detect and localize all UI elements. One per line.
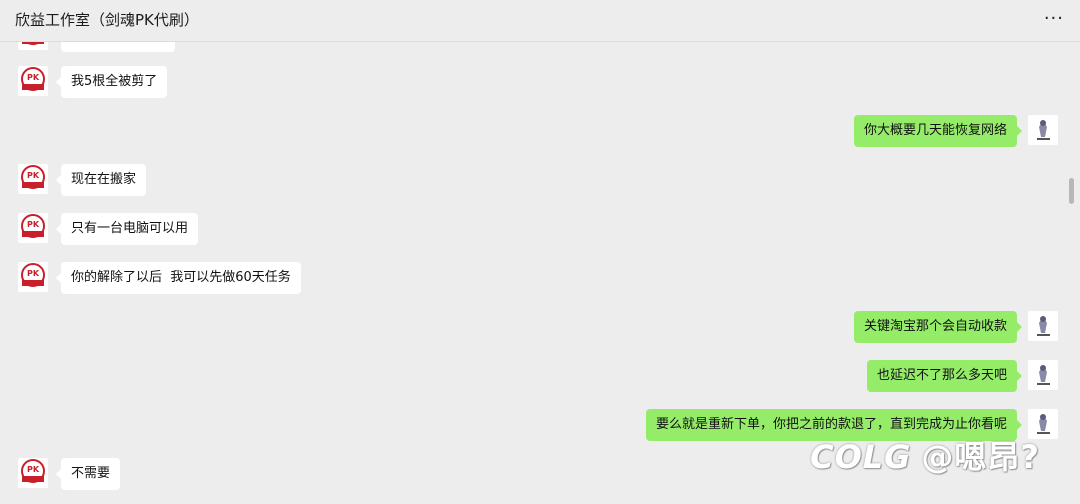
watermark-handle: @嗯昂? [921, 438, 1040, 476]
message-text[interactable]: 只有一台电脑可以用 [55, 213, 199, 245]
message-row: PK 只有一台电脑可以用 [0, 213, 1080, 245]
more-options-icon[interactable]: ··· [1044, 8, 1064, 29]
message-row: 关键淘宝那个会自动收款 [0, 311, 1080, 343]
contact-avatar[interactable]: PK [18, 66, 48, 96]
svg-text:PK: PK [27, 220, 40, 229]
message-row: 你大概要几天能恢复网络 [0, 115, 1080, 147]
contact-avatar[interactable] [18, 42, 48, 50]
message-row: PK 现在在搬家 [0, 164, 1080, 196]
svg-text:PK: PK [27, 465, 40, 474]
contact-avatar[interactable]: PK [18, 213, 48, 243]
watermark: COLG @嗯昂? [810, 432, 1040, 478]
user-avatar[interactable] [1028, 311, 1058, 341]
svg-text:PK: PK [27, 171, 40, 180]
user-avatar[interactable] [1028, 360, 1058, 390]
message-text[interactable]: 不需要 [55, 458, 121, 490]
user-avatar[interactable] [1028, 115, 1058, 145]
contact-avatar[interactable]: PK [18, 262, 48, 292]
svg-text:PK: PK [27, 269, 40, 278]
message-text[interactable]: 也延迟不了那么多天吧 [866, 360, 1023, 392]
chat-title: 欣益工作室（剑魂PK代刷） [15, 11, 199, 29]
chat-header: 欣益工作室（剑魂PK代刷） ··· [0, 0, 1080, 42]
message-text[interactable]: 你大概要几天能恢复网络 [853, 115, 1023, 147]
message-text[interactable]: 关键淘宝那个会自动收款 [853, 311, 1023, 343]
message-bubble-partial[interactable] [61, 42, 175, 52]
message-row: PK 我5根全被剪了 [0, 66, 1080, 98]
chat-scrollbar[interactable] [1069, 178, 1074, 204]
message-text[interactable]: 你的解除了以后 我可以先做60天任务 [56, 262, 301, 294]
message-row: 也延迟不了那么多天吧 [0, 360, 1080, 392]
watermark-logo: COLG [810, 438, 912, 476]
message-row [0, 42, 1080, 52]
contact-avatar[interactable]: PK [18, 164, 48, 194]
message-text[interactable]: 现在在搬家 [55, 164, 147, 196]
message-text[interactable]: 我5根全被剪了 [55, 66, 168, 98]
message-row: PK 你的解除了以后 我可以先做60天任务 [0, 262, 1080, 294]
chat-window: 欣益工作室（剑魂PK代刷） ··· PK 我5根全被剪了 你大概要几天能恢复网络… [0, 0, 1080, 504]
contact-avatar[interactable]: PK [18, 458, 48, 488]
svg-text:PK: PK [27, 73, 40, 82]
